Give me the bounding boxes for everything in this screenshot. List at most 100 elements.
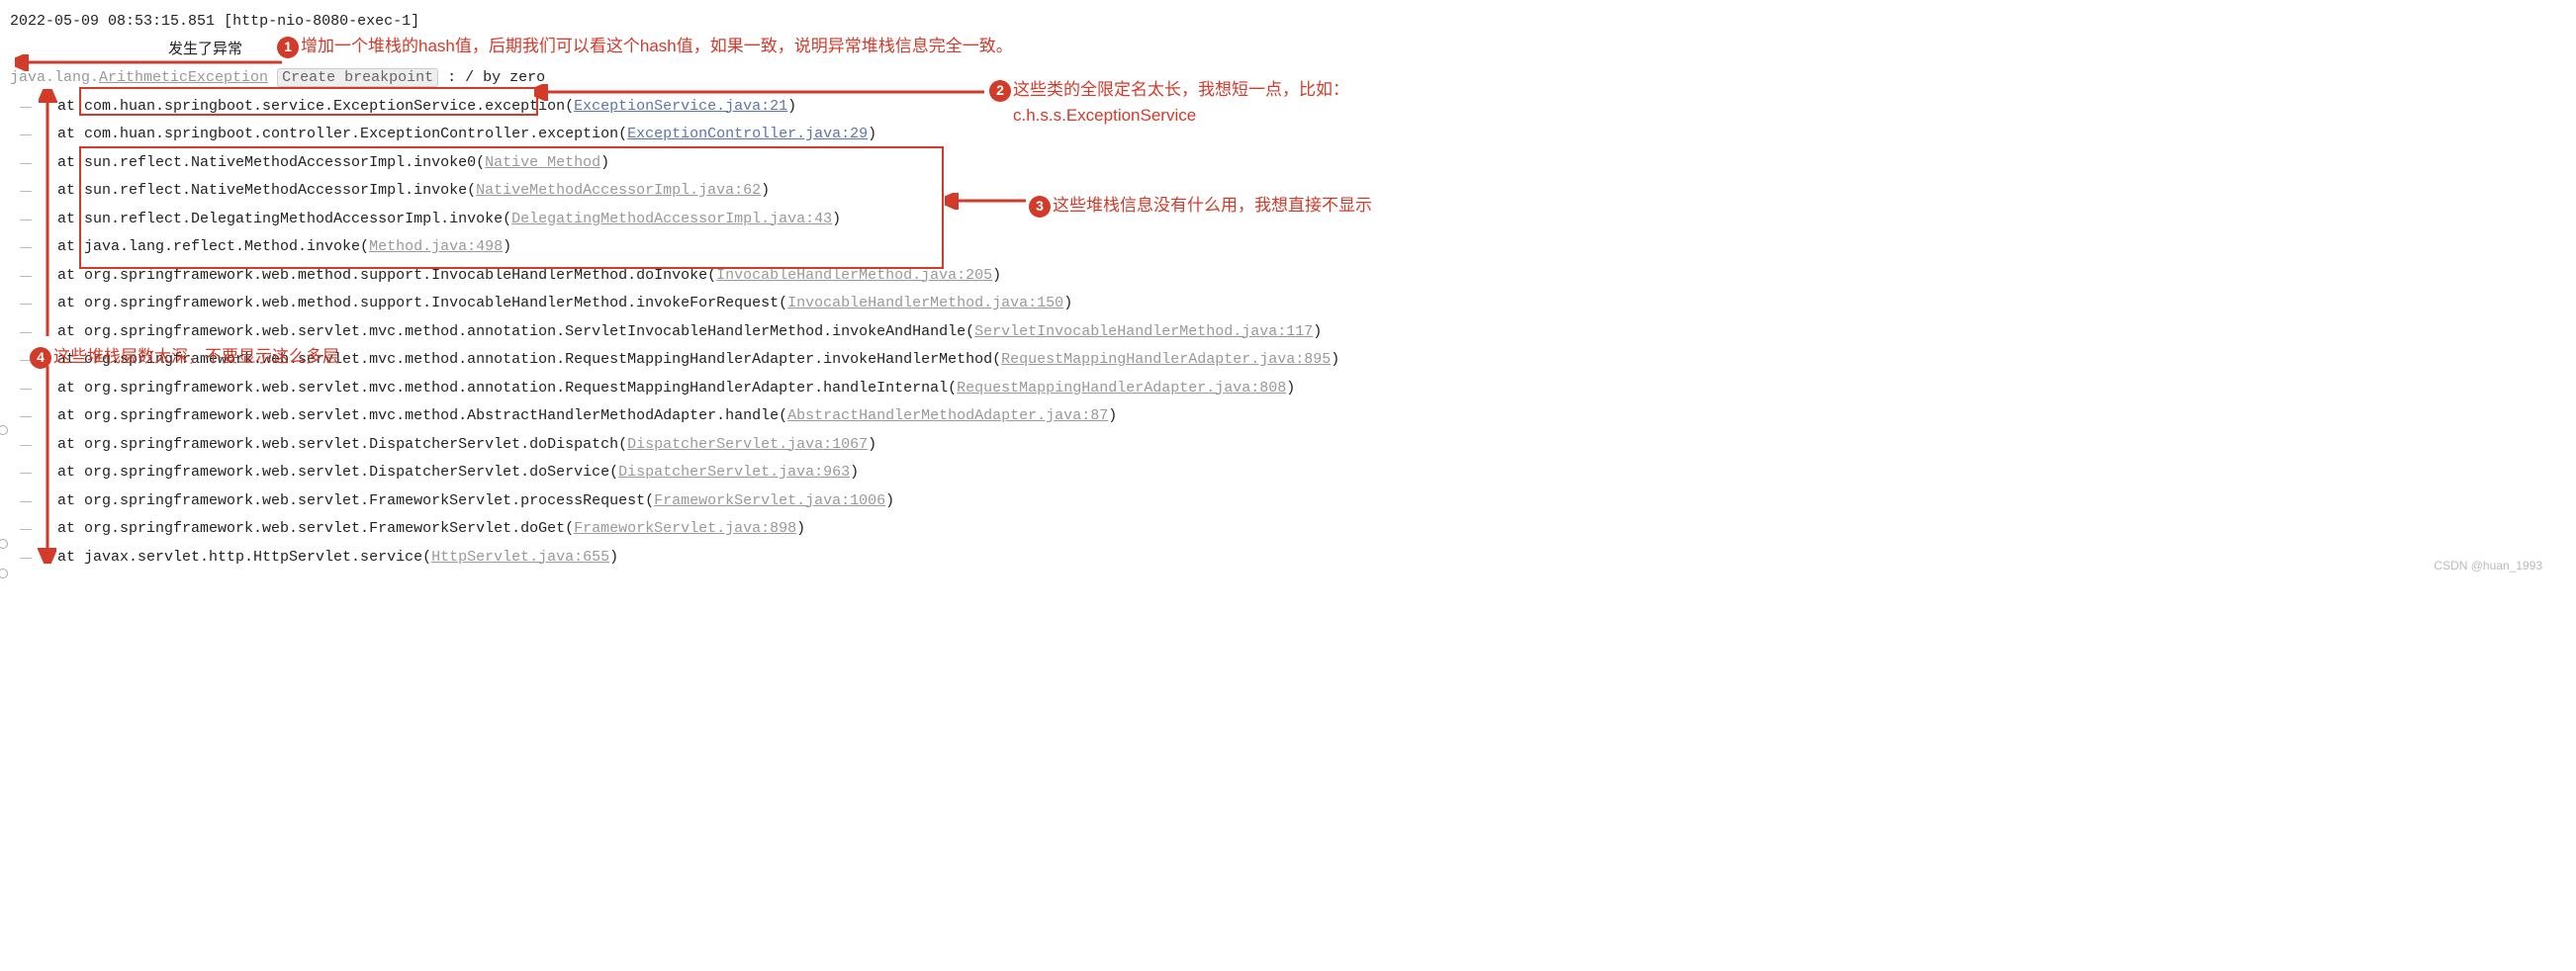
source-link[interactable]: ServletInvocableHandlerMethod.java:117 [974, 323, 1313, 340]
frame-tail: ) [1063, 295, 1072, 311]
frame-method: .exception( [476, 98, 574, 115]
frame-class: javax.servlet.http.HttpServlet.service( [84, 549, 431, 566]
annotation-2-text-line2: c.h.s.s.ExceptionService [1013, 106, 1196, 125]
annotation-3: 3这些堆栈信息没有什么用，我想直接不显示 [1029, 193, 1372, 219]
stack-frame: at org.springframework.web.method.suppor… [10, 262, 2542, 291]
at-keyword: at [40, 154, 84, 171]
gutter-breakpoint-icon[interactable] [0, 569, 8, 578]
create-breakpoint-button[interactable]: Create breakpoint [277, 68, 438, 87]
frame-tail: ) [600, 154, 609, 171]
stack-frame: at java.lang.reflect.Method.invoke(Metho… [10, 233, 2542, 262]
at-keyword: at [40, 126, 84, 142]
source-link[interactable]: ExceptionService.java:21 [574, 98, 787, 115]
watermark: CSDN @huan_1993 [2434, 555, 2542, 577]
gutter-breakpoint-icon[interactable] [0, 539, 8, 549]
annotation-1: 1增加一个堆栈的hash值，后期我们可以看这个hash值，如果一致，说明异常堆栈… [277, 34, 1013, 59]
source-link[interactable]: FrameworkServlet.java:1006 [654, 492, 885, 509]
at-keyword: at [40, 520, 84, 537]
timestamp: 2022-05-09 08:53:15.851 [10, 13, 215, 30]
frame-tail: ) [1313, 323, 1322, 340]
badge-2-icon: 2 [989, 80, 1011, 102]
at-keyword: at [40, 380, 84, 397]
frame-class: org.springframework.web.servlet.Dispatch… [84, 436, 627, 453]
frame-tail: ) [796, 520, 805, 537]
frame-class: java.lang.reflect.Method.invoke( [84, 238, 369, 255]
source-link[interactable]: DispatcherServlet.java:1067 [627, 436, 868, 453]
source-link[interactable]: RequestMappingHandlerAdapter.java:808 [957, 380, 1286, 397]
frame-class: org.springframework.web.servlet.Dispatch… [84, 464, 618, 481]
frame-class: org.springframework.web.servlet.Framewor… [84, 492, 654, 509]
source-link[interactable]: InvocableHandlerMethod.java:150 [787, 295, 1063, 311]
frame-tail: ) [761, 182, 770, 199]
stack-frame: at org.springframework.web.servlet.mvc.m… [10, 346, 2542, 375]
log-timestamp-line: 2022-05-09 08:53:15.851 [http-nio-8080-e… [10, 8, 2542, 37]
stack-trace-lines: at com.huan.springboot.service.Exception… [10, 93, 2542, 573]
stack-frame: at javax.servlet.http.HttpServlet.servic… [10, 544, 2542, 573]
thread-name: [http-nio-8080-exec-1] [224, 13, 419, 30]
frame-class: org.springframework.web.servlet.Framewor… [84, 520, 574, 537]
source-link[interactable]: AbstractHandlerMethodAdapter.java:87 [787, 407, 1108, 424]
at-keyword: at [40, 238, 84, 255]
frame-tail: ) [1331, 351, 1339, 368]
at-keyword: at [40, 436, 84, 453]
stack-frame: at org.springframework.web.servlet.Frame… [10, 515, 2542, 544]
source-link[interactable]: RequestMappingHandlerAdapter.java:895 [1001, 351, 1331, 368]
source-link[interactable]: DelegatingMethodAccessorImpl.java:43 [511, 211, 832, 227]
exception-message: : / by zero [438, 69, 545, 86]
at-keyword: at [40, 549, 84, 566]
frame-tail: ) [787, 98, 796, 115]
gutter [0, 0, 6, 579]
stack-frame: at org.springframework.web.method.suppor… [10, 290, 2542, 318]
exception-package: java.lang. [10, 69, 99, 86]
at-keyword: at [40, 267, 84, 284]
frame-tail: ) [503, 238, 511, 255]
frame-tail: ) [609, 549, 618, 566]
badge-4-icon: 4 [30, 347, 51, 369]
annotation-4-text: 这些堆栈层数太深，不要显示这么多层 [53, 347, 339, 366]
at-keyword: at [40, 182, 84, 199]
stack-frame: at org.springframework.web.servlet.mvc.m… [10, 402, 2542, 431]
annotation-4: 4这些堆栈层数太深，不要显示这么多层 [30, 344, 339, 370]
exception-class[interactable]: ArithmeticException [99, 69, 268, 86]
source-link[interactable]: NativeMethodAccessorImpl.java:62 [476, 182, 761, 199]
frame-class: com.huan.springboot.controller.Exception… [84, 126, 627, 142]
at-keyword: at [40, 492, 84, 509]
at-keyword: at [40, 211, 84, 227]
frame-class: sun.reflect.DelegatingMethodAccessorImpl… [84, 211, 511, 227]
frame-tail: ) [1286, 380, 1295, 397]
at-keyword: at [40, 295, 84, 311]
at-keyword: at [40, 464, 84, 481]
source-link[interactable]: Method.java:498 [369, 238, 503, 255]
stack-frame: at org.springframework.web.servlet.mvc.m… [10, 375, 2542, 403]
frame-class: org.springframework.web.method.support.I… [84, 267, 716, 284]
frame-tail: ) [868, 126, 876, 142]
badge-1-icon: 1 [277, 37, 299, 58]
stack-frame: at org.springframework.web.servlet.Frame… [10, 487, 2542, 516]
frame-tail: ) [992, 267, 1001, 284]
frame-tail: ) [885, 492, 894, 509]
gutter-breakpoint-icon[interactable] [0, 425, 8, 435]
source-link[interactable]: Native Method [485, 154, 600, 171]
at-keyword: at [40, 323, 84, 340]
frame-tail: ) [868, 436, 876, 453]
source-link[interactable]: ExceptionController.java:29 [627, 126, 868, 142]
stack-trace-pane: 2022-05-09 08:53:15.851 [http-nio-8080-e… [0, 0, 2552, 579]
frame-class: org.springframework.web.servlet.mvc.meth… [84, 407, 787, 424]
frame-class: org.springframework.web.method.support.I… [84, 295, 787, 311]
stack-frame: at sun.reflect.NativeMethodAccessorImpl.… [10, 149, 2542, 178]
frame-class: com.huan.springboot.service.ExceptionSer… [84, 98, 476, 115]
stack-frame: at org.springframework.web.servlet.Dispa… [10, 459, 2542, 487]
source-link[interactable]: DispatcherServlet.java:963 [618, 464, 850, 481]
frame-class: org.springframework.web.servlet.mvc.meth… [84, 323, 974, 340]
frame-tail: ) [1108, 407, 1117, 424]
source-link[interactable]: HttpServlet.java:655 [431, 549, 609, 566]
frame-class: org.springframework.web.servlet.mvc.meth… [84, 380, 957, 397]
source-link[interactable]: InvocableHandlerMethod.java:205 [716, 267, 992, 284]
annotation-2-text-line1: 这些类的全限定名太长，我想短一点，比如： [1013, 80, 1349, 99]
frame-class: sun.reflect.NativeMethodAccessorImpl.inv… [84, 182, 476, 199]
frame-class: sun.reflect.NativeMethodAccessorImpl.inv… [84, 154, 485, 171]
frame-tail: ) [832, 211, 841, 227]
log-message: 发生了异常 [168, 42, 242, 58]
annotation-1-text: 增加一个堆栈的hash值，后期我们可以看这个hash值，如果一致，说明异常堆栈信… [301, 37, 1013, 55]
source-link[interactable]: FrameworkServlet.java:898 [574, 520, 796, 537]
